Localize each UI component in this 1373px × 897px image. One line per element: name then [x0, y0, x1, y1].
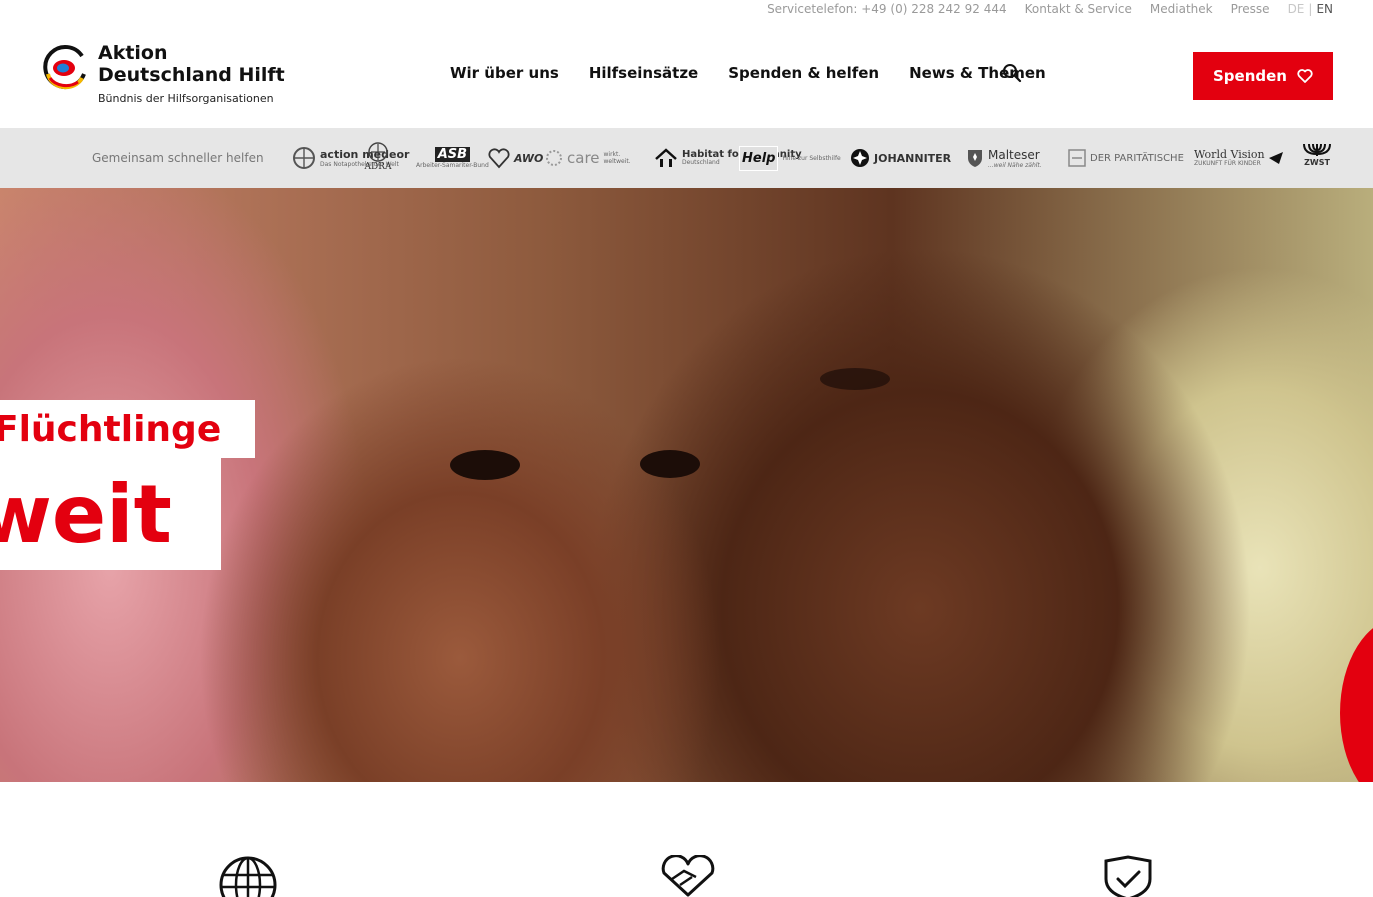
service-phone-link[interactable]: Servicetelefon: +49 (0) 228 242 92 444	[767, 2, 1007, 16]
nav-item-donate-help[interactable]: Spenden & helfen	[728, 64, 879, 82]
donate-button[interactable]: Spenden	[1193, 52, 1333, 100]
hero-banner: Flüchtlinge weit	[0, 188, 1373, 782]
site-logo[interactable]: Aktion Deutschland Hilft Bündnis der Hil…	[42, 42, 285, 105]
partner-logo-adra[interactable]: ADRA	[364, 142, 392, 174]
partner-logo-awo[interactable]: AWO	[488, 142, 543, 174]
lang-en[interactable]: EN	[1316, 2, 1333, 16]
lang-separator: |	[1308, 2, 1313, 16]
hero-image-detail	[820, 368, 890, 390]
partner-logo-paritaetische[interactable]: DER PARITÄTISCHE	[1068, 142, 1184, 174]
johanniter-cross-icon	[851, 149, 869, 167]
utility-bar: Servicetelefon: +49 (0) 228 242 92 444 K…	[767, 0, 1333, 18]
media-link[interactable]: Mediathek	[1150, 2, 1213, 16]
language-switch: DE | EN	[1288, 2, 1333, 16]
partner-logo-johanniter[interactable]: JOHANNITER	[850, 142, 951, 174]
site-header: Aktion Deutschland Hilft Bündnis der Hil…	[0, 18, 1373, 128]
world-vision-mark-icon	[1268, 152, 1283, 164]
heart-handshake-icon	[661, 855, 715, 897]
shield-check-icon	[1104, 855, 1152, 897]
malteser-shield-icon	[968, 150, 982, 167]
contact-link[interactable]: Kontakt & Service	[1025, 2, 1132, 16]
lang-de[interactable]: DE	[1288, 2, 1305, 16]
adra-emblem-icon	[368, 142, 388, 162]
hero-image-detail	[640, 450, 700, 478]
logo-line-2: Deutschland Hilft	[98, 64, 285, 86]
globe-logo-icon	[293, 147, 315, 169]
logo-line-1: Aktion	[98, 42, 168, 64]
main-nav: Wir über uns Hilfseinsätze Spenden & hel…	[450, 64, 1046, 82]
partner-bar-label: Gemeinsam schneller helfen	[92, 151, 264, 165]
hero-headline-line-2: weit	[0, 458, 221, 570]
donate-button-label: Spenden	[1213, 67, 1287, 85]
partner-logo-malteser[interactable]: Malteser ...weil Nähe zählt.	[966, 142, 1042, 174]
nav-item-about[interactable]: Wir über uns	[450, 64, 559, 82]
partner-logo-asb[interactable]: ASB Arbeiter-Samariter-Bund	[416, 142, 489, 174]
search-icon[interactable]	[1002, 63, 1022, 83]
menorah-icon	[1303, 143, 1331, 156]
nav-item-missions[interactable]: Hilfseinsätze	[589, 64, 698, 82]
press-link[interactable]: Presse	[1231, 2, 1270, 16]
hero-headline-line-1: Flüchtlinge	[0, 400, 255, 458]
awo-heart-icon	[488, 148, 510, 169]
habitat-house-icon	[655, 148, 677, 167]
partner-logo-zwst[interactable]: ZWST	[1302, 142, 1332, 174]
heart-icon	[1297, 69, 1313, 83]
globe-icon	[219, 856, 277, 897]
partner-bar: Gemeinsam schneller helfen action medeor…	[0, 128, 1373, 188]
nav-item-news[interactable]: News & Themen	[909, 64, 1046, 82]
hero-headline: Flüchtlinge weit	[0, 400, 255, 570]
hero-donate-badge[interactable]	[1340, 618, 1373, 782]
partner-logo-care[interactable]: care wirkt. weltweit.	[545, 142, 631, 174]
logo-icon	[43, 45, 86, 90]
logo-tagline: Bündnis der Hilfsorganisationen	[98, 92, 274, 105]
paritaetische-square-icon	[1068, 149, 1086, 167]
partner-logo-world-vision[interactable]: World Vision ZUKUNFT FÜR KINDER	[1194, 142, 1283, 174]
hero-image-detail	[450, 450, 520, 480]
partner-logo-help[interactable]: Help Hilfe zur Selbsthilfe	[739, 142, 841, 174]
care-circle-icon	[546, 150, 562, 166]
